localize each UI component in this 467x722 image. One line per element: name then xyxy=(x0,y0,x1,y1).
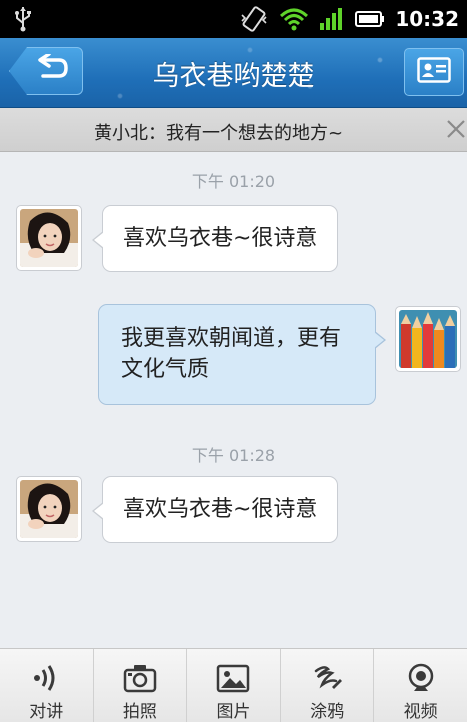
profile-button[interactable] xyxy=(404,48,464,96)
doodle-button[interactable]: 涂鸦 xyxy=(279,649,374,722)
picture-label: 图片 xyxy=(216,702,251,722)
talk-button[interactable]: 对讲 xyxy=(0,649,93,722)
bottom-toolbar: 对讲 拍照 图片 涂鸦 视频 xyxy=(0,648,467,722)
title-bar: 乌衣巷哟楚楚 xyxy=(0,38,467,108)
status-bar: 10:32 xyxy=(0,0,467,38)
camera-label: 拍照 xyxy=(122,702,157,722)
message-text: 喜欢乌衣巷~很诗意 xyxy=(123,497,318,522)
signature-notice-bar[interactable]: 黄小北：我有一个想去的地方~ xyxy=(0,108,467,152)
wifi-icon xyxy=(279,7,309,31)
vibrate-icon xyxy=(239,6,269,32)
girl-avatar[interactable] xyxy=(16,476,82,542)
chat-screen: 10:32 乌衣巷哟楚楚 黄小北：我有一个想去的地方~ 下午 01:20 喜欢乌… xyxy=(0,0,467,722)
voice-waves-icon xyxy=(31,663,61,693)
message-text: 喜欢乌衣巷~很诗意 xyxy=(123,226,318,251)
webcam-icon xyxy=(406,663,436,693)
camera-icon xyxy=(123,663,157,693)
signal-icon xyxy=(319,7,345,31)
camera-button[interactable]: 拍照 xyxy=(92,649,187,722)
usb-icon xyxy=(14,6,32,32)
video-label: 视频 xyxy=(403,702,438,722)
back-arrow-icon xyxy=(35,52,69,88)
back-button[interactable] xyxy=(9,47,83,95)
pencils-avatar[interactable] xyxy=(395,306,461,372)
video-button[interactable]: 视频 xyxy=(373,649,467,722)
battery-icon xyxy=(355,9,385,29)
girl-avatar[interactable] xyxy=(16,205,82,271)
message-text: 我更喜欢朝闻道，更有文化气质 xyxy=(121,326,342,382)
close-icon[interactable] xyxy=(445,117,467,141)
picture-icon xyxy=(216,663,250,693)
talk-label: 对讲 xyxy=(29,702,64,722)
received-message-bubble[interactable]: 喜欢乌衣巷~很诗意 xyxy=(91,476,339,543)
page-title: 乌衣巷哟楚楚 xyxy=(152,61,315,92)
received-message-bubble[interactable]: 喜欢乌衣巷~很诗意 xyxy=(91,205,339,272)
chat-message-list[interactable]: 下午 01:20 喜欢乌衣巷~很诗意 我更喜欢朝闻道，更有文化气质 下午 01:… xyxy=(0,153,467,647)
sent-message-bubble[interactable]: 我更喜欢朝闻道，更有文化气质 xyxy=(98,304,386,405)
notice-text: 黄小北：我有一个想去的地方~ xyxy=(93,123,344,144)
message-timestamp: 下午 01:20 xyxy=(191,172,276,191)
doodle-label: 涂鸦 xyxy=(310,702,345,722)
doodle-icon xyxy=(310,663,344,693)
picture-button[interactable]: 图片 xyxy=(186,649,280,722)
contact-card-icon xyxy=(417,57,451,87)
message-timestamp: 下午 01:28 xyxy=(191,446,276,465)
status-time: 10:32 xyxy=(395,7,459,31)
